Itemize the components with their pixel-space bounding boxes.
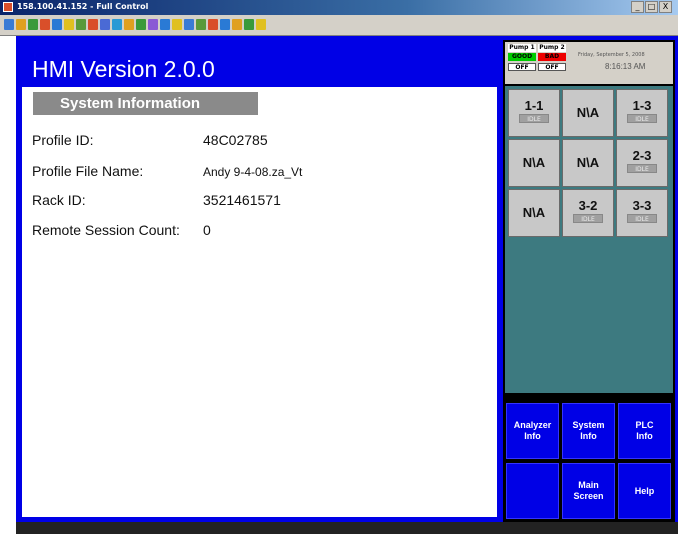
analyzer-cell[interactable]: N\A bbox=[508, 139, 560, 187]
toolbar-icon[interactable] bbox=[16, 19, 26, 30]
toolbar-icon[interactable] bbox=[76, 19, 86, 30]
analyzer-id: 3-2 bbox=[578, 198, 598, 213]
left-margin bbox=[0, 36, 16, 534]
analyzer-id: 3-3 bbox=[632, 198, 652, 213]
pump-2: Pump 2 BAD OFF bbox=[538, 44, 566, 71]
pump-1-state[interactable]: OFF bbox=[508, 63, 536, 71]
analyzer-status-badge: IDLE bbox=[627, 214, 657, 223]
toolbar-icon[interactable] bbox=[172, 19, 182, 30]
rack-id-value: 3521461571 bbox=[203, 192, 281, 208]
pump-2-label: Pump 2 bbox=[538, 44, 566, 52]
window-title: 158.100.41.152 - Full Control bbox=[17, 2, 149, 11]
pump-1: Pump 1 GOOD OFF bbox=[508, 44, 536, 71]
remote-toolbar bbox=[0, 15, 678, 36]
analyzer-status-badge: IDLE bbox=[627, 114, 657, 123]
pump-2-status: BAD bbox=[538, 53, 566, 61]
analyzer-id: N\A bbox=[576, 155, 600, 170]
minimize-button[interactable]: _ bbox=[631, 1, 644, 13]
profile-file-name-label: Profile File Name: bbox=[32, 163, 144, 179]
toolbar-icon[interactable] bbox=[148, 19, 158, 30]
pump-1-label: Pump 1 bbox=[508, 44, 536, 52]
pump-1-status: GOOD bbox=[508, 53, 536, 61]
current-date: Friday, September 5, 2008 bbox=[578, 52, 645, 58]
toolbar-icon[interactable] bbox=[4, 19, 14, 30]
plc-info-button[interactable]: PLC Info bbox=[618, 403, 671, 459]
current-time: 8:16:13 AM bbox=[605, 62, 646, 71]
analyzer-id: N\A bbox=[522, 155, 546, 170]
toolbar-icon[interactable] bbox=[184, 19, 194, 30]
pump-2-state[interactable]: OFF bbox=[538, 63, 566, 71]
toolbar-icons bbox=[4, 19, 266, 30]
main-panel bbox=[22, 87, 497, 517]
toolbar-icon[interactable] bbox=[100, 19, 110, 30]
analyzer-cell[interactable]: N\A bbox=[562, 139, 614, 187]
toolbar-icon[interactable] bbox=[64, 19, 74, 30]
toolbar-icon[interactable] bbox=[40, 19, 50, 30]
profile-id-value: 48C02785 bbox=[203, 132, 268, 148]
window-titlebar: 158.100.41.152 - Full Control _ □ X bbox=[0, 0, 678, 15]
hmi-title: HMI Version 2.0.0 bbox=[32, 56, 215, 82]
close-button[interactable]: X bbox=[659, 1, 672, 13]
toolbar-icon[interactable] bbox=[208, 19, 218, 30]
analyzer-cell[interactable]: N\A bbox=[562, 89, 614, 137]
analyzer-id: N\A bbox=[576, 105, 600, 120]
system-info-button[interactable]: System Info bbox=[562, 403, 615, 459]
remote-session-count-label: Remote Session Count: bbox=[32, 222, 180, 238]
analyzer-id: 1-1 bbox=[524, 98, 544, 113]
toolbar-icon[interactable] bbox=[28, 19, 38, 30]
toolbar-icon[interactable] bbox=[220, 19, 230, 30]
analyzer-cell[interactable]: 3-3 IDLE bbox=[616, 189, 668, 237]
toolbar-icon[interactable] bbox=[196, 19, 206, 30]
toolbar-icon[interactable] bbox=[124, 19, 134, 30]
toolbar-icon[interactable] bbox=[52, 19, 62, 30]
analyzer-cell[interactable]: 3-2 IDLE bbox=[562, 189, 614, 237]
profile-id-label: Profile ID: bbox=[32, 132, 94, 148]
analyzer-grid: 1-1 IDLE N\A 1-3 IDLE N\A N\A 2-3 IDLE N\A 3-2 IDLE… bbox=[508, 89, 670, 240]
profile-file-name-value: Andy 9-4-08.za_Vt bbox=[203, 165, 303, 179]
toolbar-icon[interactable] bbox=[160, 19, 170, 30]
analyzer-cell[interactable]: 1-3 IDLE bbox=[616, 89, 668, 137]
analyzer-status-badge: IDLE bbox=[519, 114, 549, 123]
analyzer-id: N\A bbox=[522, 205, 546, 220]
rack-id-label: Rack ID: bbox=[32, 192, 86, 208]
app-icon bbox=[3, 2, 13, 12]
toolbar-icon[interactable] bbox=[112, 19, 122, 30]
analyzer-status-badge: IDLE bbox=[627, 164, 657, 173]
maximize-button[interactable]: □ bbox=[645, 1, 658, 13]
analyzer-id: 2-3 bbox=[632, 148, 652, 163]
remote-session-count-value: 0 bbox=[203, 222, 211, 238]
analyzer-id: 1-3 bbox=[632, 98, 652, 113]
analyzer-cell[interactable]: 2-3 IDLE bbox=[616, 139, 668, 187]
toolbar-icon[interactable] bbox=[88, 19, 98, 30]
toolbar-icon[interactable] bbox=[256, 19, 266, 30]
analyzer-status-badge: IDLE bbox=[573, 214, 603, 223]
hmi-frame-bottom bbox=[16, 522, 678, 534]
toolbar-icon[interactable] bbox=[232, 19, 242, 30]
toolbar-icon[interactable] bbox=[136, 19, 146, 30]
blank-button[interactable] bbox=[506, 463, 559, 519]
main-screen-button[interactable]: Main Screen bbox=[562, 463, 615, 519]
analyzer-info-button[interactable]: Analyzer Info bbox=[506, 403, 559, 459]
analyzer-cell[interactable]: N\A bbox=[508, 189, 560, 237]
window-controls: _ □ X bbox=[631, 1, 672, 13]
toolbar-icon[interactable] bbox=[244, 19, 254, 30]
system-information-heading: System Information bbox=[33, 92, 258, 115]
help-button[interactable]: Help bbox=[618, 463, 671, 519]
analyzer-cell[interactable]: 1-1 IDLE bbox=[508, 89, 560, 137]
